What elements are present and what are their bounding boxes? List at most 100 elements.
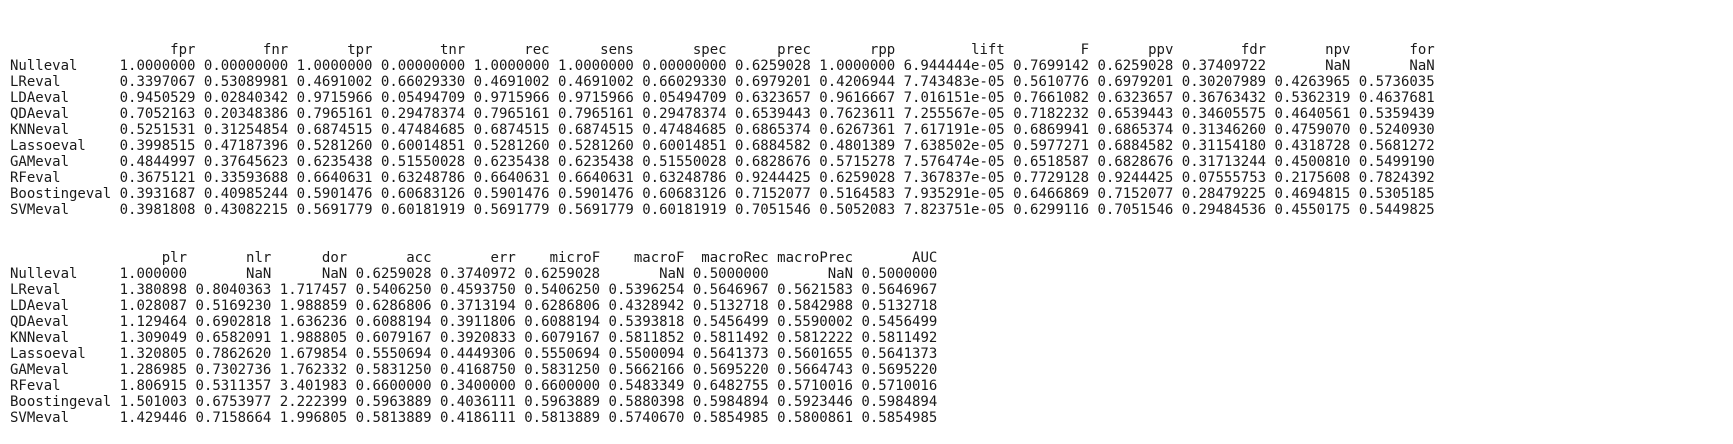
table-cell: 0.6865374 xyxy=(1097,122,1174,138)
table-cell: 0.6640631 xyxy=(473,170,550,186)
table-cell: 0.6874515 xyxy=(296,122,373,138)
table-cell: 7.743483e-05 xyxy=(903,74,1005,90)
table-cell: NaN xyxy=(1409,58,1435,74)
table-cell: NaN xyxy=(659,266,685,282)
table-cell: 0.3400000 xyxy=(439,378,516,394)
table-cell: 0.6518587 xyxy=(1013,154,1090,170)
table-cell: 0.5831250 xyxy=(355,362,432,378)
table-cell: 1.0000000 xyxy=(819,58,896,74)
column-header: sens xyxy=(600,42,634,58)
table-cell: 0.02840342 xyxy=(203,90,289,106)
table-cell: 7.935291e-05 xyxy=(903,186,1005,202)
table-cell: 0.60014851 xyxy=(642,138,727,154)
table-cell: 0.20348386 xyxy=(203,106,289,122)
table-cell: 1.0000000 xyxy=(296,58,373,74)
table-cell: 0.6079167 xyxy=(355,330,432,346)
table-cell: 0.5691779 xyxy=(296,202,373,218)
table-cell: 0.5811852 xyxy=(608,330,685,346)
table-cell: 0.7158664 xyxy=(195,410,272,426)
column-header: dor xyxy=(321,250,348,266)
table-cell: 0.5811492 xyxy=(861,330,938,346)
table-cell: 0.5359439 xyxy=(1358,106,1435,122)
table-cell: 0.60014851 xyxy=(380,138,466,154)
table-cell: 0.5550694 xyxy=(355,346,432,362)
table-cell: 0.5621583 xyxy=(777,282,853,298)
column-header: nlr xyxy=(246,250,272,266)
table-cell: 0.5393818 xyxy=(608,314,685,330)
table-cell: 0.6235438 xyxy=(473,154,550,170)
table-cell: 0.51550028 xyxy=(380,154,466,170)
table-cell: 0.5456499 xyxy=(861,314,938,330)
console-output: fpr fnr tpr tnr rec sens spec prec rpp l… xyxy=(10,10,1435,442)
table-cell: 0.5854985 xyxy=(861,410,938,426)
table-cell: 0.5977271 xyxy=(1013,138,1090,154)
table-cell: 0.3920833 xyxy=(439,330,516,346)
table-cell: 0.5901476 xyxy=(557,186,634,202)
table-cell: 0.31346260 xyxy=(1181,122,1267,138)
table-cell: 0.6640631 xyxy=(296,170,373,186)
table-cell: 0.5695220 xyxy=(861,362,938,378)
table-cell: 0.4691002 xyxy=(473,74,550,90)
column-header: tpr xyxy=(347,42,373,58)
table-cell: 0.5396254 xyxy=(608,282,685,298)
table-row: GAMeval 0.4844997 0.37645623 0.6235438 0… xyxy=(10,154,1435,170)
table-cell: 0.5641373 xyxy=(692,346,769,362)
table-cell: 0.5000000 xyxy=(861,266,938,282)
column-header: macroPrec xyxy=(777,250,854,266)
table-row: Boostingeval 0.3931687 0.40985244 0.5901… xyxy=(10,186,1435,202)
table-cell: 0.6286806 xyxy=(355,298,432,314)
table-cell: 0.6600000 xyxy=(355,378,432,394)
table-row: QDAeval 1.129464 0.6902818 1.636236 0.60… xyxy=(10,314,937,330)
table-cell: 0.7965161 xyxy=(557,106,634,122)
table-cell: NaN xyxy=(827,266,854,282)
table-cell: 1.309049 xyxy=(119,330,188,346)
table-cell: 0.60181919 xyxy=(642,202,727,218)
table-cell: 0.5710016 xyxy=(777,378,853,394)
table-row: LReval 0.3397067 0.53089981 0.4691002 0.… xyxy=(10,74,1435,90)
table-cell: 0.6079167 xyxy=(524,330,601,346)
table-cell: 0.5052083 xyxy=(819,202,896,218)
table-cell: 1.988805 xyxy=(279,330,348,346)
table-cell: 0.5646967 xyxy=(692,282,769,298)
header-row: plr nlr dor acc err microF macroF macroR… xyxy=(10,250,938,266)
row-label: QDAeval xyxy=(10,106,70,122)
row-label: QDAeval xyxy=(10,314,70,330)
table-cell: 6.944444e-05 xyxy=(903,58,1005,74)
table-cell: NaN xyxy=(246,266,272,282)
table-cell: 0.4640561 xyxy=(1274,106,1351,122)
row-label: Lassoeval xyxy=(10,138,86,154)
table-cell: 0.47484685 xyxy=(380,122,466,138)
table-row: LDAeval 1.028087 0.5169230 1.988859 0.62… xyxy=(10,298,937,314)
table-cell: 0.6979201 xyxy=(1097,74,1174,90)
table-cell: 0.5610776 xyxy=(1013,74,1090,90)
row-label: RFeval xyxy=(10,378,61,394)
table-cell: 0.6539443 xyxy=(1097,106,1174,122)
table-cell: 1.501003 xyxy=(119,394,188,410)
table-cell: 0.5811492 xyxy=(692,330,769,346)
table-cell: 0.60683126 xyxy=(642,186,727,202)
table-cell: 0.00000000 xyxy=(380,58,466,74)
table-cell: 0.29478374 xyxy=(380,106,466,122)
table-cell: 0.5311357 xyxy=(195,378,272,394)
column-header: F xyxy=(1080,42,1090,58)
table-cell: 0.7051546 xyxy=(1097,202,1174,218)
table-cell: 0.5715278 xyxy=(819,154,896,170)
table-cell: 0.40985244 xyxy=(203,186,289,202)
table-cell: 1.988859 xyxy=(279,298,348,314)
table-row: RFeval 1.806915 0.5311357 3.401983 0.660… xyxy=(10,378,937,394)
row-label: Lassoeval xyxy=(10,346,86,362)
table-row: Nulleval 1.000000 NaN NaN 0.6259028 0.37… xyxy=(10,266,937,282)
table-row: SVMeval 0.3981808 0.43082215 0.5691779 0… xyxy=(10,202,1435,218)
table-cell: 0.6088194 xyxy=(524,314,601,330)
header-row: fpr fnr tpr tnr rec sens spec prec rpp l… xyxy=(10,42,1435,58)
table-cell: 0.4593750 xyxy=(439,282,516,298)
table-cell: 0.5362319 xyxy=(1274,90,1351,106)
table-cell: 0.5695220 xyxy=(692,362,769,378)
table-cell: 0.4844997 xyxy=(119,154,196,170)
column-header: spec xyxy=(692,42,727,58)
table-cell: 1.636236 xyxy=(279,314,348,330)
table-cell: 0.51550028 xyxy=(642,154,727,170)
table-cell: 0.60181919 xyxy=(380,202,466,218)
table-cell: 0.3397067 xyxy=(119,74,196,90)
table-cell: 0.7152077 xyxy=(734,186,811,202)
